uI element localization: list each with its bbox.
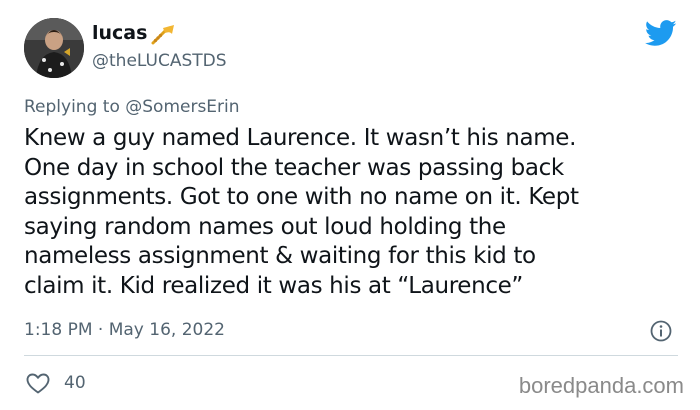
tweet-line: saying random names out loud holding the (24, 213, 506, 240)
handle[interactable]: @theLUCASTDS (92, 51, 227, 71)
like-count: 40 (64, 373, 86, 393)
reply-mention-link[interactable]: @SomersErin (125, 97, 239, 117)
display-name[interactable]: lucas (92, 22, 147, 44)
divider (24, 355, 678, 356)
tweet-line: One day in school the teacher was passin… (24, 154, 564, 181)
avatar-image (24, 18, 84, 78)
tweet-line: nameless assignment & waiting for this k… (24, 243, 536, 269)
tweet-line: Knew a guy named Laurence. It wasn’t his… (24, 125, 577, 151)
twitter-bird-icon[interactable] (645, 20, 677, 47)
info-icon[interactable] (650, 320, 672, 342)
avatar[interactable] (24, 18, 84, 78)
watermark: boredpanda.com (518, 373, 684, 398)
trumpet-icon (151, 25, 174, 45)
tweet-line: claim it. Kid realized it was his at “La… (24, 272, 523, 299)
tweet-timestamp[interactable]: 1:18 PM · May 16, 2022 (24, 320, 225, 340)
tweet-line: assignments. Got to one with no name on … (24, 184, 579, 210)
reply-context: Replying to @SomersErin (24, 97, 240, 117)
tweet-text: Knew a guy named Laurence. It wasn’t his… (24, 124, 684, 301)
heart-icon[interactable] (26, 373, 50, 394)
reply-prefix: Replying to (24, 97, 120, 117)
